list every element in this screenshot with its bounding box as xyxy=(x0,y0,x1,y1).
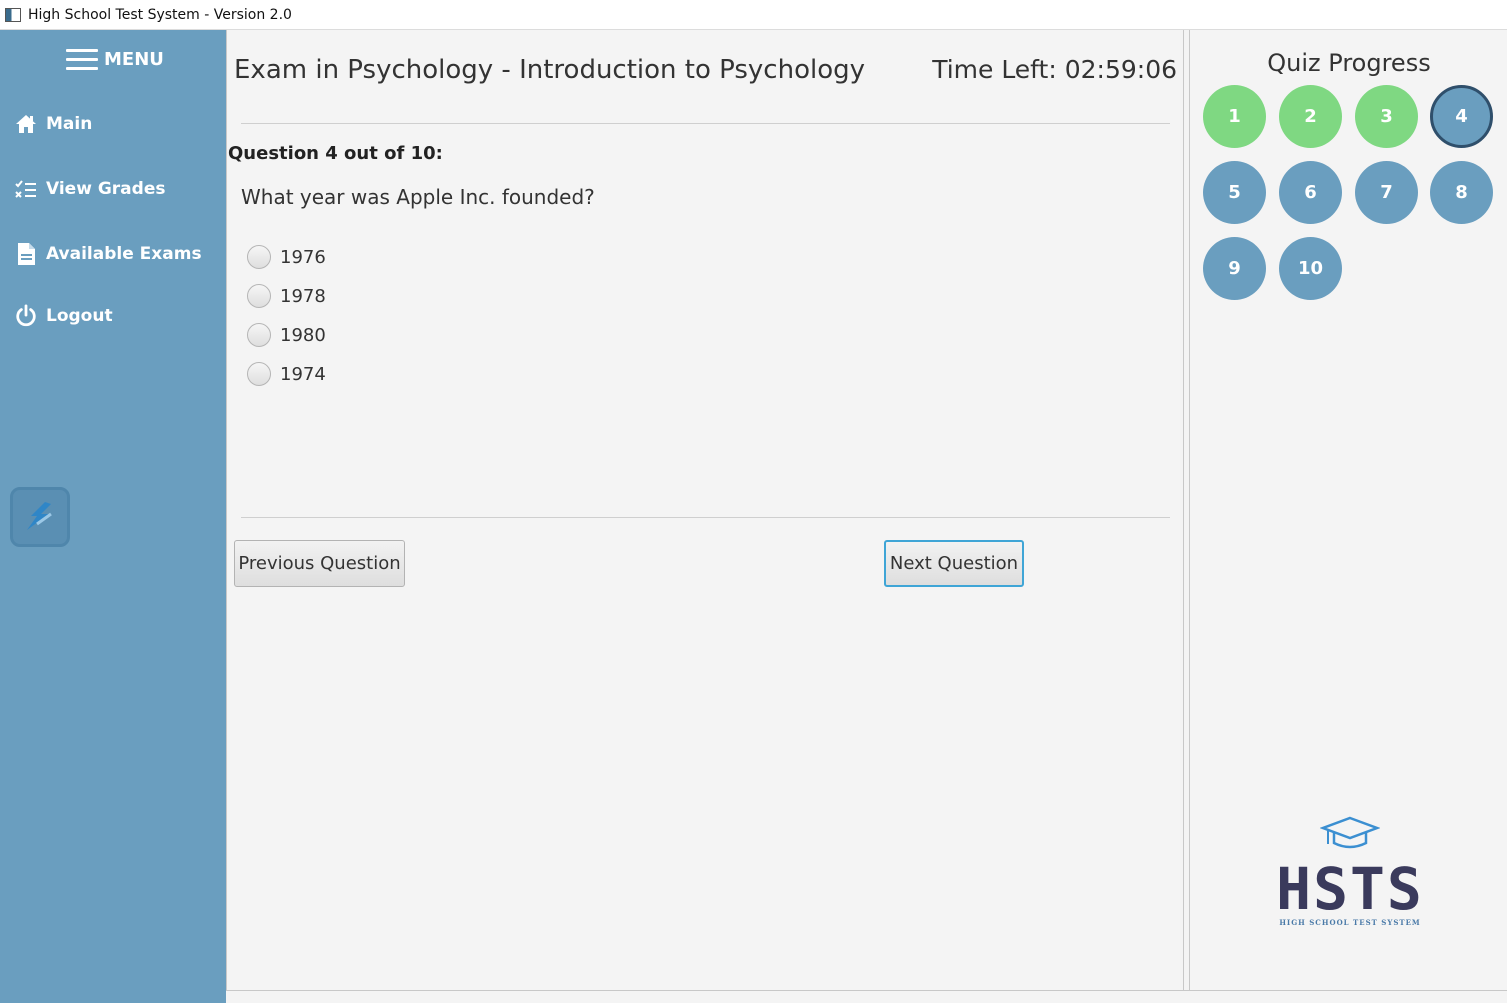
option-label: 1978 xyxy=(280,285,326,307)
hsts-logo: HSTS HIGH SCHOOL TEST SYSTEM xyxy=(1276,815,1424,927)
divider xyxy=(241,123,1170,124)
progress-question-2[interactable]: 2 xyxy=(1279,85,1342,148)
app-badge-icon[interactable] xyxy=(10,487,70,547)
sidebar: MENU Main View Grades Available Exams Lo… xyxy=(0,30,226,1003)
option-label: 1980 xyxy=(280,324,326,346)
progress-question-5[interactable]: 5 xyxy=(1203,161,1266,224)
home-icon xyxy=(14,112,38,136)
quiz-progress-title: Quiz Progress xyxy=(1267,49,1431,77)
answer-option[interactable]: 1976 xyxy=(247,245,326,269)
progress-question-8[interactable]: 8 xyxy=(1430,161,1493,224)
sidebar-item-label: View Grades xyxy=(46,179,166,199)
progress-question-9[interactable]: 9 xyxy=(1203,237,1266,300)
option-label: 1976 xyxy=(280,246,326,268)
menu-label: MENU xyxy=(104,48,164,70)
radio-button[interactable] xyxy=(247,245,271,269)
sidebar-item-main[interactable]: Main xyxy=(14,112,92,136)
progress-question-7[interactable]: 7 xyxy=(1355,161,1418,224)
radio-button[interactable] xyxy=(247,323,271,347)
next-question-button[interactable]: Next Question xyxy=(884,540,1024,587)
graduation-cap-icon xyxy=(1319,816,1381,849)
radio-button[interactable] xyxy=(247,284,271,308)
sidebar-item-label: Available Exams xyxy=(46,244,202,264)
progress-question-3[interactable]: 3 xyxy=(1355,85,1418,148)
sidebar-item-view-grades[interactable]: View Grades xyxy=(14,177,165,201)
option-label: 1974 xyxy=(280,363,326,385)
exam-title: Exam in Psychology - Introduction to Psy… xyxy=(234,55,866,85)
power-icon xyxy=(14,304,38,328)
sidebar-item-label: Main xyxy=(46,114,93,134)
progress-question-4[interactable]: 4 xyxy=(1430,85,1493,148)
question-counter: Question 4 out of 10: xyxy=(228,143,443,164)
logo-subtitle: HIGH SCHOOL TEST SYSTEM xyxy=(1279,918,1421,927)
checklist-icon xyxy=(14,177,38,201)
time-left: Time Left: 02:59:06 xyxy=(932,55,1177,84)
quiz-progress-panel: Quiz Progress 1 2 3 4 5 6 7 8 9 10 HSTS … xyxy=(1189,30,1507,990)
hamburger-icon xyxy=(66,48,98,70)
previous-question-button[interactable]: Previous Question xyxy=(234,540,405,587)
question-text: What year was Apple Inc. founded? xyxy=(241,185,595,209)
answer-option[interactable]: 1974 xyxy=(247,362,326,386)
divider xyxy=(241,517,1170,518)
answer-option[interactable]: 1978 xyxy=(247,284,326,308)
window-titlebar: High School Test System - Version 2.0 xyxy=(0,0,1507,30)
progress-question-6[interactable]: 6 xyxy=(1279,161,1342,224)
sidebar-item-logout[interactable]: Logout xyxy=(14,304,113,328)
progress-question-1[interactable]: 1 xyxy=(1203,85,1266,148)
answer-option[interactable]: 1980 xyxy=(247,323,326,347)
logo-letters: HSTS xyxy=(1276,855,1424,923)
app-window-icon xyxy=(5,7,21,22)
menu-toggle[interactable]: MENU xyxy=(66,48,164,70)
radio-button[interactable] xyxy=(247,362,271,386)
document-icon xyxy=(14,242,38,266)
progress-question-10[interactable]: 10 xyxy=(1279,237,1342,300)
window-title: High School Test System - Version 2.0 xyxy=(28,6,292,23)
exam-panel: Exam in Psychology - Introduction to Psy… xyxy=(226,30,1184,990)
sidebar-item-label: Logout xyxy=(46,306,113,326)
bottom-border xyxy=(226,990,1507,1003)
sidebar-item-available-exams[interactable]: Available Exams xyxy=(14,242,202,266)
